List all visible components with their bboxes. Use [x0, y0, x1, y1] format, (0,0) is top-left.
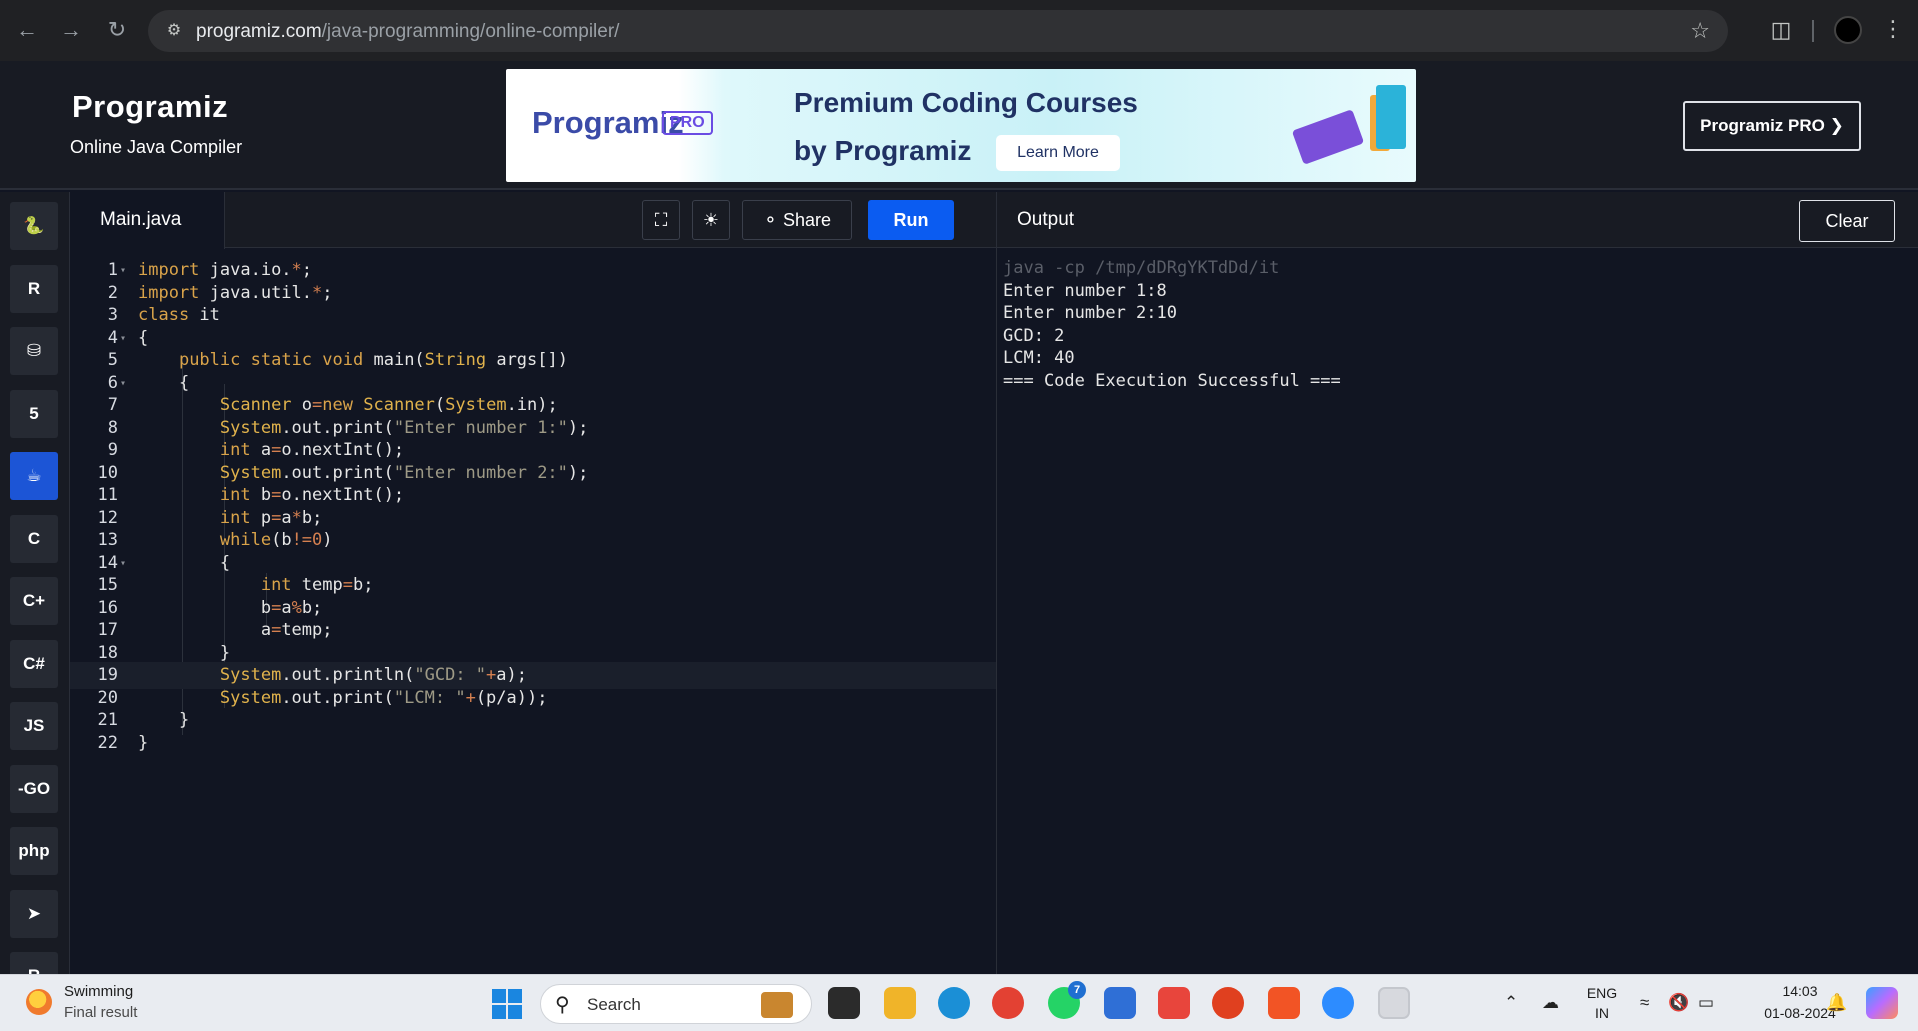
edge-icon[interactable] — [938, 987, 970, 1019]
chrome-profile-icon[interactable] — [1378, 987, 1410, 1019]
html-icon[interactable]: 5 — [10, 389, 58, 438]
graduation-cap-illustration — [1291, 109, 1365, 165]
windows-start-icon[interactable] — [492, 989, 522, 1019]
site-header: Programiz Online Java Compiler Programiz… — [0, 61, 1918, 190]
run-button[interactable]: Run — [868, 200, 954, 240]
rust-icon[interactable]: R — [10, 952, 58, 974]
go-icon[interactable]: -GO — [10, 764, 58, 813]
banner-headline-2: by Programiz — [794, 135, 972, 166]
taskbar-search[interactable]: ⚲ Search — [540, 984, 812, 1024]
output-title: Output — [1017, 209, 1075, 230]
show-hidden-icons-icon[interactable]: ⌃ — [1504, 993, 1518, 1013]
clear-button[interactable]: Clear — [1799, 200, 1895, 242]
fullscreen-icon[interactable]: ⛶ — [642, 200, 680, 240]
address-bar[interactable]: ⚙ programiz.com/java-programming/online-… — [148, 10, 1728, 52]
csharp-icon[interactable]: C# — [10, 639, 58, 688]
output-console[interactable]: java -cp /tmp/dDRgYKTdDd/it Enter number … — [1003, 257, 1341, 392]
site-info-icon[interactable]: ⚙ — [164, 21, 184, 41]
javascript-icon[interactable]: JS — [10, 702, 58, 750]
browser-toolbar: ← → ↻ ⚙ programiz.com/java-programming/o… — [0, 0, 1918, 61]
output-panel: Output Clear java -cp /tmp/dDRgYKTdDd/it… — [996, 192, 1918, 974]
share-icon: ⚬ — [762, 210, 779, 230]
c-icon[interactable]: C — [10, 514, 58, 563]
java-icon[interactable]: ☕ — [10, 452, 58, 500]
url-text[interactable]: programiz.com/java-programming/online-co… — [196, 21, 619, 43]
microsoft-store-icon[interactable] — [1104, 987, 1136, 1019]
input-language[interactable]: ENG — [1582, 985, 1622, 1001]
profile-avatar[interactable] — [1834, 16, 1862, 44]
output-toolbar: Output Clear — [997, 192, 1918, 248]
learn-more-button[interactable]: Learn More — [996, 135, 1120, 171]
editor-toolbar: Main.java ⛶ ☀ ⚬ Share Run — [70, 192, 996, 249]
share-button[interactable]: ⚬ Share — [742, 200, 852, 240]
ad-banner[interactable]: Programiz PRO Premium Coding Courses by … — [506, 69, 1416, 182]
reload-icon[interactable]: ↻ — [104, 16, 130, 44]
code-editor-panel: Main.java ⛶ ☀ ⚬ Share Run 1 ▾ import java.… — [70, 192, 996, 974]
code-area[interactable]: 1 ▾ import java.io.*; 2 import java.util.*; 3… — [70, 249, 996, 974]
extensions-icon[interactable]: ◫ — [1768, 17, 1794, 43]
back-icon[interactable]: ← — [14, 16, 40, 44]
swift-icon[interactable]: ➤ — [10, 889, 58, 938]
volume-muted-icon[interactable]: 🔇 — [1668, 993, 1689, 1013]
weather-subtitle[interactable]: Final result — [64, 1004, 137, 1021]
banner-logo: Programiz — [532, 105, 684, 140]
output-line: GCD: 2 — [1003, 325, 1065, 346]
brave-icon[interactable] — [1268, 987, 1300, 1019]
line-number: 22 — [97, 732, 118, 753]
wifi-icon[interactable]: ≈ — [1640, 993, 1649, 1013]
code-line[interactable]: 22} — [70, 730, 996, 757]
whatsapp-badge: 7 — [1068, 981, 1086, 999]
anydesk-icon[interactable] — [1158, 987, 1190, 1019]
toolbar-divider — [1812, 20, 1814, 42]
task-view-icon[interactable] — [828, 987, 860, 1019]
file-explorer-icon[interactable] — [884, 987, 916, 1019]
banner-pro-tag: PRO — [662, 111, 713, 135]
browser-menu-icon[interactable]: ⋮ — [1882, 14, 1904, 44]
briefcase-icon — [761, 992, 793, 1018]
file-tab[interactable]: Main.java — [70, 192, 225, 249]
language-sidebar: 🐍 R ⛁ 5 ☕ C C+ C# JS -GO php ➤ R — [0, 192, 70, 974]
notification-bell-icon[interactable]: 🔔 — [1826, 993, 1847, 1013]
theme-toggle-icon[interactable]: ☀ — [692, 200, 730, 240]
bookmark-star-icon[interactable]: ☆ — [1690, 18, 1710, 44]
sql-icon[interactable]: ⛁ — [10, 327, 58, 375]
url-host: programiz.com — [196, 21, 322, 42]
output-line: Enter number 2:10 — [1003, 303, 1177, 323]
output-line: LCM: 40 — [1003, 348, 1075, 368]
whatsapp-icon[interactable]: 7 — [1048, 981, 1086, 1019]
input-region[interactable]: IN — [1582, 1005, 1622, 1021]
chrome-icon[interactable] — [992, 987, 1024, 1019]
wps-office-icon[interactable] — [1212, 987, 1244, 1019]
output-line: Enter number 1:8 — [1003, 280, 1167, 301]
banner-headline-1: Premium Coding Courses — [794, 87, 1138, 118]
r-icon[interactable]: R — [10, 264, 58, 313]
zoom-icon[interactable] — [1322, 987, 1354, 1019]
windows-taskbar: Swimming Final result ⚲ Search 7 ⌃ ☁ ENG… — [0, 974, 1918, 1031]
programiz-logo[interactable]: Programiz — [72, 89, 228, 125]
search-icon: ⚲ — [555, 994, 570, 1016]
cpp-icon[interactable]: C+ — [10, 577, 58, 625]
battery-icon[interactable]: ▭ — [1698, 993, 1714, 1013]
forward-icon[interactable]: → — [58, 16, 84, 44]
search-placeholder: Search — [587, 995, 641, 1014]
page-subtitle: Online Java Compiler — [70, 137, 243, 157]
output-line: === Code Execution Successful === — [1003, 370, 1341, 391]
python-icon[interactable]: 🐍 — [10, 202, 58, 250]
url-path: /java-programming/online-compiler/ — [321, 21, 620, 42]
copilot-icon[interactable] — [1866, 987, 1898, 1019]
book-illustration — [1376, 85, 1406, 149]
weather-title[interactable]: Swimming — [64, 983, 133, 1000]
onedrive-icon[interactable]: ☁ — [1542, 993, 1559, 1013]
output-command-line: java -cp /tmp/dDRgYKTdDd/it — [1003, 258, 1280, 278]
weather-icon[interactable] — [26, 989, 52, 1015]
share-label: Share — [783, 210, 832, 230]
php-icon[interactable]: php — [10, 827, 58, 875]
programiz-pro-button[interactable]: Programiz PRO ❯ — [1683, 101, 1861, 151]
code-text[interactable]: } — [138, 730, 148, 757]
